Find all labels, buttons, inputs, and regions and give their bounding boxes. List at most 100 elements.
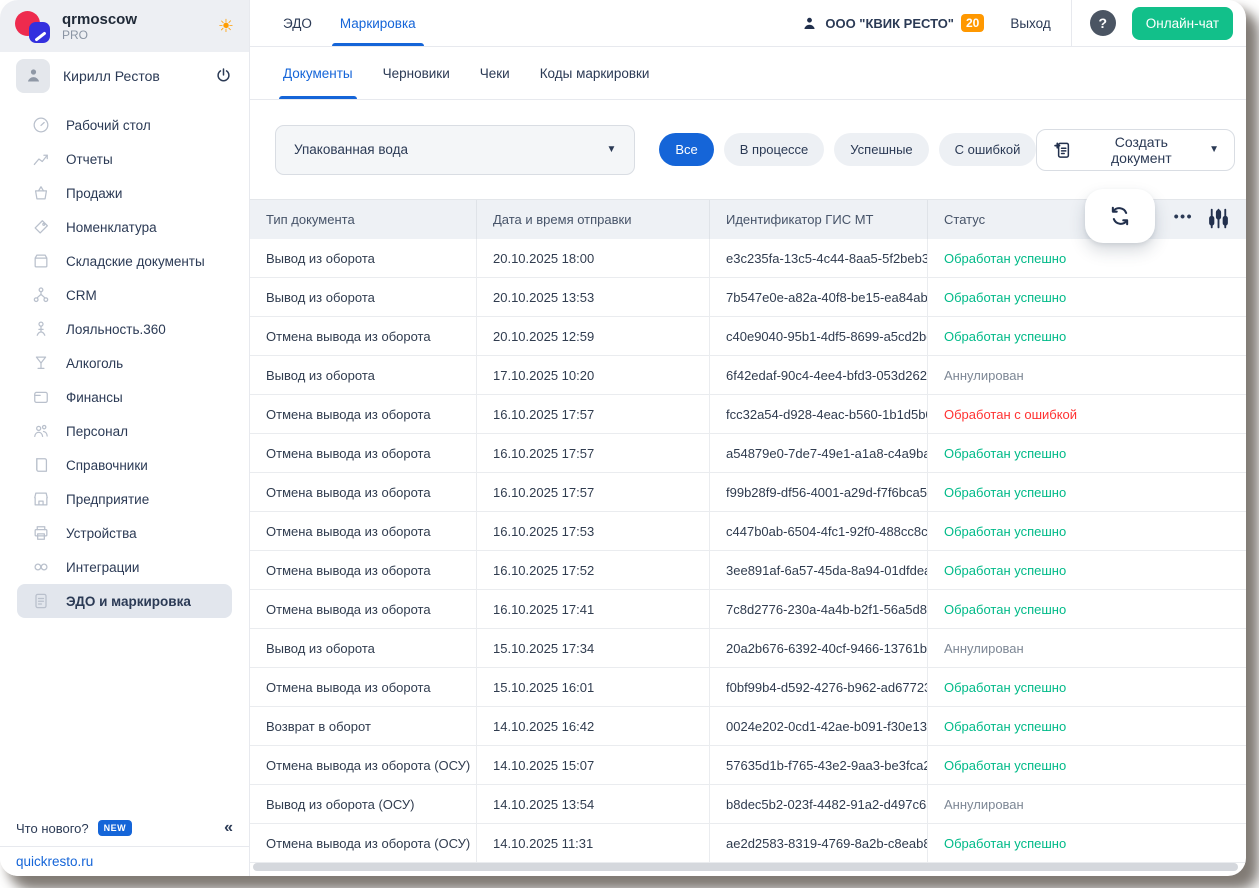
company-switcher[interactable]: ООО "КВИК РЕСТО" 20: [801, 14, 984, 32]
sidebar-item-3[interactable]: Номенклатура: [17, 210, 232, 244]
power-icon[interactable]: [214, 66, 233, 85]
cell-status: Обработан успешно: [928, 473, 1246, 511]
cell-gis-id: e3c235fa-13c5-4c44-8aa5-5f2beb3…: [710, 239, 928, 277]
table-row[interactable]: Отмена вывода из оборота16.10.2025 17:57…: [250, 473, 1246, 512]
column-header-2: Идентификатор ГИС МТ: [710, 200, 928, 239]
sidebar-item-14[interactable]: ЭДО и маркировка: [17, 584, 232, 618]
qrmoscow-logo-icon: [15, 9, 51, 43]
documents-table: Тип документаДата и время отправкиИденти…: [250, 199, 1246, 876]
site-link[interactable]: quickresto.ru: [16, 854, 93, 869]
refresh-button[interactable]: [1085, 189, 1155, 243]
cell-status: Обработан успешно: [928, 746, 1246, 784]
theme-sun-icon[interactable]: ☀: [218, 16, 234, 37]
cell-status: Аннулирован: [928, 785, 1246, 823]
column-header-0: Тип документа: [250, 200, 477, 239]
sidebar-item-label: Устройства: [66, 526, 137, 541]
sidebar-header: qrmoscow PRO ☀: [0, 0, 249, 52]
table-row[interactable]: Отмена вывода из оборота16.10.2025 17:52…: [250, 551, 1246, 590]
cell-gis-id: 7b547e0e-a82a-40f8-be15-ea84ab9…: [710, 278, 928, 316]
sidebar-item-4[interactable]: Складские документы: [17, 244, 232, 278]
sidebar-item-6[interactable]: Лояльность.360: [17, 312, 232, 346]
alcohol-icon: [31, 353, 51, 373]
cell-doc-type: Вывод из оборота: [250, 356, 477, 394]
sidebar-item-8[interactable]: Финансы: [17, 380, 232, 414]
table-row[interactable]: Отмена вывода из оборота (ОСУ)14.10.2025…: [250, 824, 1246, 863]
logout-button[interactable]: Выход: [1010, 16, 1050, 31]
category-dropdown[interactable]: Упакованная вода ▼: [275, 125, 635, 175]
online-chat-button[interactable]: Онлайн-чат: [1132, 7, 1233, 40]
sidebar-item-11[interactable]: Предприятие: [17, 482, 232, 516]
subtab-0[interactable]: Документы: [283, 47, 353, 99]
sidebar-item-label: Номенклатура: [66, 220, 157, 235]
more-actions-icon[interactable]: •••: [1174, 208, 1193, 224]
cell-gis-id: c447b0ab-6504-4fc1-92f0-488cc8c…: [710, 512, 928, 550]
table-row[interactable]: Вывод из оборота20.10.2025 18:00e3c235fa…: [250, 239, 1246, 278]
table-row[interactable]: Вывод из оборота15.10.2025 17:3420a2b676…: [250, 629, 1246, 668]
cell-sent-at: 16.10.2025 17:52: [477, 551, 710, 589]
cell-doc-type: Возврат в оборот: [250, 707, 477, 745]
table-body: Вывод из оборота20.10.2025 18:00e3c235fa…: [250, 239, 1246, 863]
sidebar-item-1[interactable]: Отчеты: [17, 142, 232, 176]
filter-bar: Упакованная вода ▼ Все В процессе Успешные…: [250, 100, 1246, 199]
table-row[interactable]: Возврат в оборот14.10.2025 16:420024e202…: [250, 707, 1246, 746]
reference-icon: [31, 455, 51, 475]
brand-name: qrmoscow: [62, 11, 137, 28]
table-row[interactable]: Вывод из оборота17.10.2025 10:206f42edaf…: [250, 356, 1246, 395]
subtab-2[interactable]: Чеки: [480, 47, 510, 99]
collapse-sidebar-icon[interactable]: «: [224, 819, 233, 837]
table-row[interactable]: Отмена вывода из оборота20.10.2025 12:59…: [250, 317, 1246, 356]
table-row[interactable]: Отмена вывода из оборота16.10.2025 17:53…: [250, 512, 1246, 551]
cell-status: Обработан успешно: [928, 512, 1246, 550]
subtab-1[interactable]: Черновики: [383, 47, 450, 99]
filter-chip-0[interactable]: Все: [659, 133, 713, 166]
column-settings-icon[interactable]: [1206, 206, 1231, 236]
sidebar-nav: Рабочий стол Отчеты Продажи Номенклатура Скл…: [0, 100, 249, 618]
refresh-icon: [1107, 203, 1133, 229]
site-row: quickresto.ru: [0, 846, 249, 876]
user-name: Кирилл Рестов: [63, 68, 160, 84]
subtabs: Документы Черновики Чеки Коды маркировки: [250, 47, 1246, 100]
cell-sent-at: 15.10.2025 16:01: [477, 668, 710, 706]
sidebar-item-13[interactable]: Интеграции: [17, 550, 232, 584]
cell-doc-type: Вывод из оборота: [250, 239, 477, 277]
subtab-3[interactable]: Коды маркировки: [540, 47, 650, 99]
sidebar-item-2[interactable]: Продажи: [17, 176, 232, 210]
filter-chip-3[interactable]: С ошибкой: [939, 133, 1037, 166]
chevron-down-icon: ▼: [606, 144, 616, 155]
tab-1[interactable]: Маркировка: [340, 0, 416, 46]
horizontal-scrollbar[interactable]: [253, 863, 1238, 871]
table-row[interactable]: Отмена вывода из оборота16.10.2025 17:57…: [250, 395, 1246, 434]
help-button[interactable]: ?: [1090, 10, 1116, 36]
sidebar-item-label: Финансы: [66, 390, 123, 405]
person-icon: [801, 15, 818, 32]
tab-0[interactable]: ЭДО: [283, 0, 312, 46]
filter-chip-2[interactable]: Успешные: [834, 133, 928, 166]
cell-sent-at: 14.10.2025 15:07: [477, 746, 710, 784]
cell-status: Обработан успешно: [928, 824, 1246, 862]
sidebar-item-0[interactable]: Рабочий стол: [17, 108, 232, 142]
whats-new-row[interactable]: Что нового? NEW «: [0, 810, 249, 846]
cell-sent-at: 16.10.2025 17:57: [477, 395, 710, 433]
cell-sent-at: 20.10.2025 18:00: [477, 239, 710, 277]
sidebar-item-9[interactable]: Персонал: [17, 414, 232, 448]
sidebar-item-10[interactable]: Справочники: [17, 448, 232, 482]
table-row[interactable]: Вывод из оборота20.10.2025 13:537b547e0e…: [250, 278, 1246, 317]
table-row[interactable]: Отмена вывода из оборота16.10.2025 17:41…: [250, 590, 1246, 629]
table-row[interactable]: Отмена вывода из оборота16.10.2025 17:57…: [250, 434, 1246, 473]
sidebar-item-12[interactable]: Устройства: [17, 516, 232, 550]
user-icon: [24, 66, 43, 85]
sidebar-item-5[interactable]: CRM: [17, 278, 232, 312]
create-document-button[interactable]: Создать документ ▼: [1036, 129, 1235, 171]
sidebar-item-label: Лояльность.360: [66, 322, 166, 337]
brand-plan: PRO: [62, 28, 137, 42]
sidebar-item-7[interactable]: Алкоголь: [17, 346, 232, 380]
cell-doc-type: Отмена вывода из оборота: [250, 395, 477, 433]
table-row[interactable]: Вывод из оборота (ОСУ)14.10.2025 13:54b8…: [250, 785, 1246, 824]
sidebar-item-label: Продажи: [66, 186, 122, 201]
filter-chip-1[interactable]: В процессе: [724, 133, 825, 166]
sidebar-item-label: Справочники: [66, 458, 148, 473]
table-row[interactable]: Отмена вывода из оборота15.10.2025 16:01…: [250, 668, 1246, 707]
table-row[interactable]: Отмена вывода из оборота (ОСУ)14.10.2025…: [250, 746, 1246, 785]
sidebar-item-label: Рабочий стол: [66, 118, 151, 133]
cell-doc-type: Вывод из оборота (ОСУ): [250, 785, 477, 823]
